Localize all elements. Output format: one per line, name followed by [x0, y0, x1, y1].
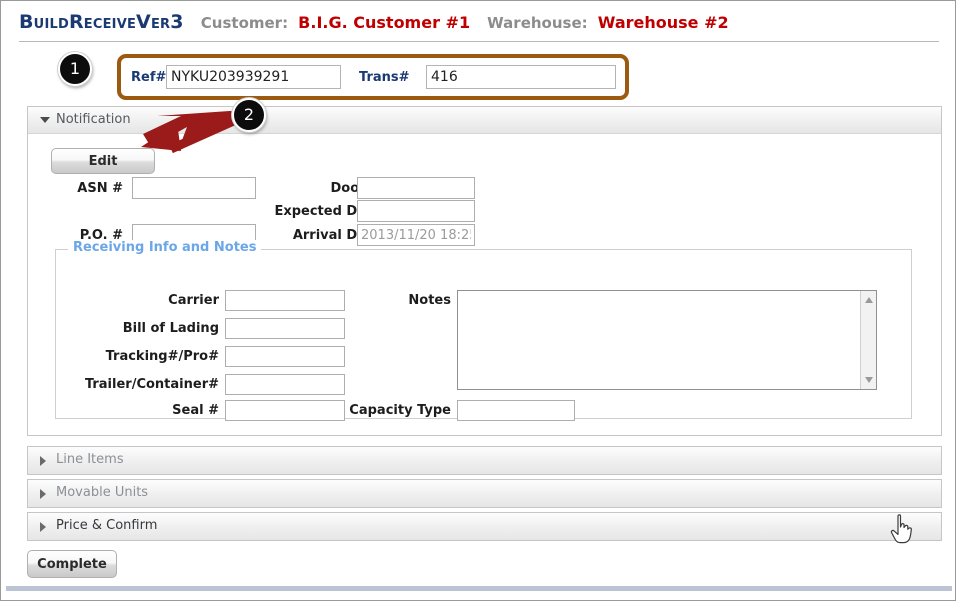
warehouse-value: Warehouse #2 — [597, 13, 729, 32]
line-items-panel: Line Items — [27, 446, 942, 475]
door-input[interactable] — [357, 177, 475, 199]
notes-field-wrapper — [457, 290, 877, 390]
seal-number-input[interactable] — [225, 400, 345, 421]
carrier-input[interactable] — [225, 290, 345, 311]
receiving-info-legend: Receiving Info and Notes — [68, 240, 262, 255]
scroll-down-icon[interactable] — [865, 377, 873, 383]
chevron-right-icon — [40, 522, 46, 532]
tracking-number-input[interactable] — [225, 346, 345, 367]
tracking-number-label: Tracking#/Pro# — [105, 349, 219, 364]
notification-section-label: Notification — [56, 112, 131, 127]
bottom-divider — [6, 586, 952, 591]
bill-of-lading-input[interactable] — [225, 318, 345, 339]
arrival-date-input[interactable] — [357, 224, 475, 246]
trans-number-label: Trans# — [359, 70, 410, 85]
page-header: BuildReceiveVer3 Customer: B.I.G. Custom… — [19, 11, 939, 41]
trailer-container-label: Trailer/Container# — [84, 377, 219, 392]
reference-fields-highlight: Ref# Trans# — [117, 54, 629, 100]
trans-number-input[interactable] — [426, 65, 616, 89]
movable-units-label: Movable Units — [56, 485, 149, 500]
callout-badge-1: 1 — [58, 52, 92, 86]
notes-scrollbar[interactable] — [860, 291, 876, 389]
seal-number-label: Seal # — [172, 403, 219, 418]
chevron-down-icon — [40, 117, 50, 123]
receiving-info-fieldset: Receiving Info and Notes Carrier Bill of… — [55, 240, 912, 421]
capacity-type-label: Capacity Type — [349, 403, 451, 418]
expected-date-input[interactable] — [357, 200, 475, 222]
scroll-up-icon[interactable] — [865, 297, 873, 303]
line-items-label: Line Items — [56, 452, 124, 467]
page-title: BuildReceiveVer3 — [19, 11, 184, 33]
chevron-right-icon — [40, 456, 46, 466]
complete-button[interactable]: Complete — [27, 550, 117, 578]
carrier-label: Carrier — [168, 293, 219, 308]
header-divider — [19, 41, 939, 42]
asn-input[interactable] — [132, 177, 256, 199]
notes-textarea[interactable] — [458, 291, 860, 389]
notification-panel: Notification Edit ASN # P.O. # Door # Ex… — [27, 106, 942, 436]
price-confirm-panel: Price & Confirm — [27, 512, 942, 541]
ref-number-label: Ref# — [131, 70, 167, 85]
trailer-container-input[interactable] — [225, 374, 345, 395]
sidebar-item-movable-units[interactable]: Movable Units — [28, 480, 941, 507]
sidebar-item-price-confirm[interactable]: Price & Confirm — [28, 513, 941, 540]
price-confirm-label: Price & Confirm — [56, 518, 158, 533]
edit-button[interactable]: Edit — [51, 148, 155, 174]
asn-label: ASN # — [77, 181, 123, 196]
notification-section-header[interactable]: Notification — [28, 107, 941, 134]
customer-value: B.I.G. Customer #1 — [298, 13, 471, 32]
ref-number-input[interactable] — [166, 65, 341, 89]
movable-units-panel: Movable Units — [27, 479, 942, 508]
warehouse-label: Warehouse: — [487, 14, 588, 32]
callout-badge-2: 2 — [232, 98, 266, 132]
application-window: BuildReceiveVer3 Customer: B.I.G. Custom… — [0, 0, 956, 601]
capacity-type-input[interactable] — [457, 400, 575, 421]
chevron-right-icon — [40, 489, 46, 499]
expected-date-label: Expected Date — [274, 204, 381, 219]
bill-of-lading-label: Bill of Lading — [122, 321, 219, 336]
customer-label: Customer: — [200, 14, 289, 32]
notes-label: Notes — [408, 293, 451, 308]
sidebar-item-line-items[interactable]: Line Items — [28, 447, 941, 474]
